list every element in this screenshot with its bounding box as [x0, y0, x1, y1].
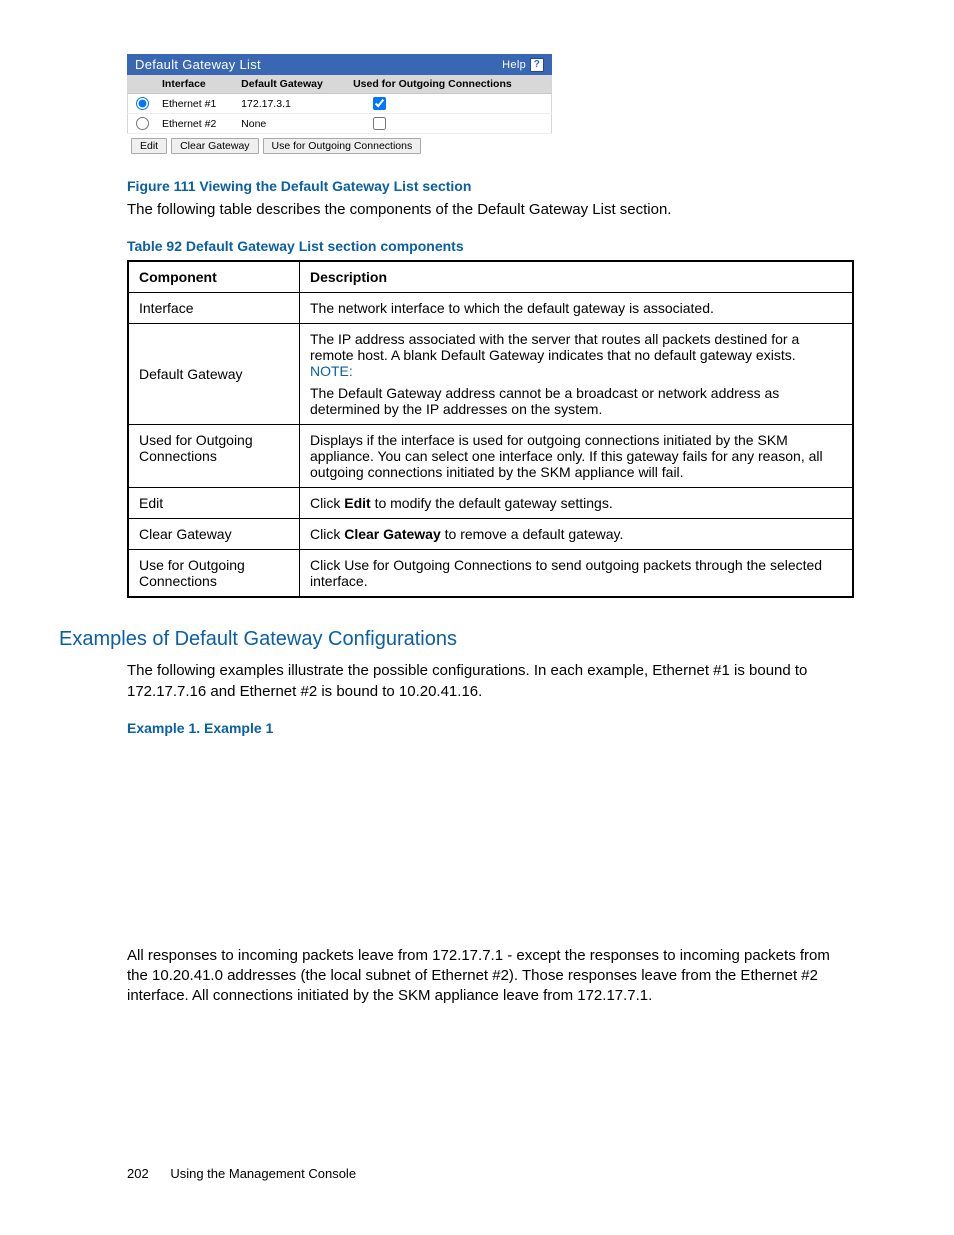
help-link[interactable]: Help ? [502, 58, 544, 72]
default-gateway-list-panel: Default Gateway List Help ? Interface De… [127, 54, 552, 160]
table-row: Used for Outgoing Connections Displays i… [128, 425, 853, 488]
cell-name: Edit [128, 488, 300, 519]
cell-desc: Click Use for Outgoing Connections to se… [300, 550, 854, 598]
components-table: Component Description Interface The netw… [127, 260, 854, 598]
example-body: All responses to incoming packets leave … [127, 946, 854, 1007]
post-text: to modify the default gateway settings. [371, 495, 613, 511]
row-select-radio[interactable] [136, 97, 149, 110]
desc-part2: The Default Gateway address cannot be a … [310, 385, 779, 417]
outgoing-checkbox[interactable] [373, 97, 386, 110]
table-row: Edit Click Edit to modify the default ga… [128, 488, 853, 519]
table-row: Ethernet #2 None [128, 114, 552, 134]
cell-name: Use for Outgoing Connections [128, 550, 300, 598]
table-row: Ethernet #1 172.17.3.1 [128, 94, 552, 114]
footer-title: Using the Management Console [170, 1166, 356, 1181]
section-heading: Examples of Default Gateway Configuratio… [59, 628, 854, 651]
table-row: Clear Gateway Click Clear Gateway to rem… [128, 519, 853, 550]
cell-desc: The IP address associated with the serve… [300, 324, 854, 425]
help-label: Help [502, 59, 526, 71]
edit-button[interactable]: Edit [131, 138, 167, 154]
desc-part1: The IP address associated with the serve… [310, 331, 799, 363]
figure-caption: Figure 111 Viewing the Default Gateway L… [127, 178, 854, 194]
cell-desc: Click Clear Gateway to remove a default … [300, 519, 854, 550]
cell-gateway: None [235, 114, 347, 134]
page-number: 202 [127, 1166, 149, 1181]
cell-name: Used for Outgoing Connections [128, 425, 300, 488]
gateway-table: Interface Default Gateway Used for Outgo… [127, 75, 552, 134]
page-footer: 202 Using the Management Console [127, 1166, 356, 1181]
intro-text: The following table describes the compon… [127, 200, 854, 220]
cell-name: Clear Gateway [128, 519, 300, 550]
cell-interface: Ethernet #2 [156, 114, 235, 134]
cell-interface: Ethernet #1 [156, 94, 235, 114]
table-row: Interface The network interface to which… [128, 293, 853, 324]
cell-name: Interface [128, 293, 300, 324]
example-figure-placeholder [127, 742, 854, 942]
outgoing-checkbox[interactable] [373, 117, 386, 130]
note-label: NOTE: [310, 363, 353, 379]
examples-intro: The following examples illustrate the po… [127, 661, 854, 702]
header-used: Used for Outgoing Connections [347, 75, 551, 94]
use-outgoing-button[interactable]: Use for Outgoing Connections [263, 138, 422, 154]
bold-text: Edit [344, 495, 370, 511]
table-row: Use for Outgoing Connections Click Use f… [128, 550, 853, 598]
header-blank [128, 75, 157, 94]
header-gateway: Default Gateway [235, 75, 347, 94]
pre-text: Click [310, 526, 344, 542]
cell-desc: The network interface to which the defau… [300, 293, 854, 324]
panel-button-row: Edit Clear Gateway Use for Outgoing Conn… [127, 134, 552, 160]
clear-gateway-button[interactable]: Clear Gateway [171, 138, 258, 154]
post-text: to remove a default gateway. [441, 526, 624, 542]
cell-name: Default Gateway [128, 324, 300, 425]
table-caption: Table 92 Default Gateway List section co… [127, 238, 854, 254]
bold-text: Clear Gateway [344, 526, 441, 542]
cell-gateway: 172.17.3.1 [235, 94, 347, 114]
cell-desc: Displays if the interface is used for ou… [300, 425, 854, 488]
panel-titlebar: Default Gateway List Help ? [127, 54, 552, 75]
example-caption: Example 1. Example 1 [127, 720, 854, 736]
th-description: Description [300, 261, 854, 293]
cell-desc: Click Edit to modify the default gateway… [300, 488, 854, 519]
header-interface: Interface [156, 75, 235, 94]
row-select-radio[interactable] [136, 117, 149, 130]
help-icon: ? [530, 58, 544, 72]
th-component: Component [128, 261, 300, 293]
panel-title: Default Gateway List [135, 57, 261, 72]
table-row: Default Gateway The IP address associate… [128, 324, 853, 425]
pre-text: Click [310, 495, 344, 511]
